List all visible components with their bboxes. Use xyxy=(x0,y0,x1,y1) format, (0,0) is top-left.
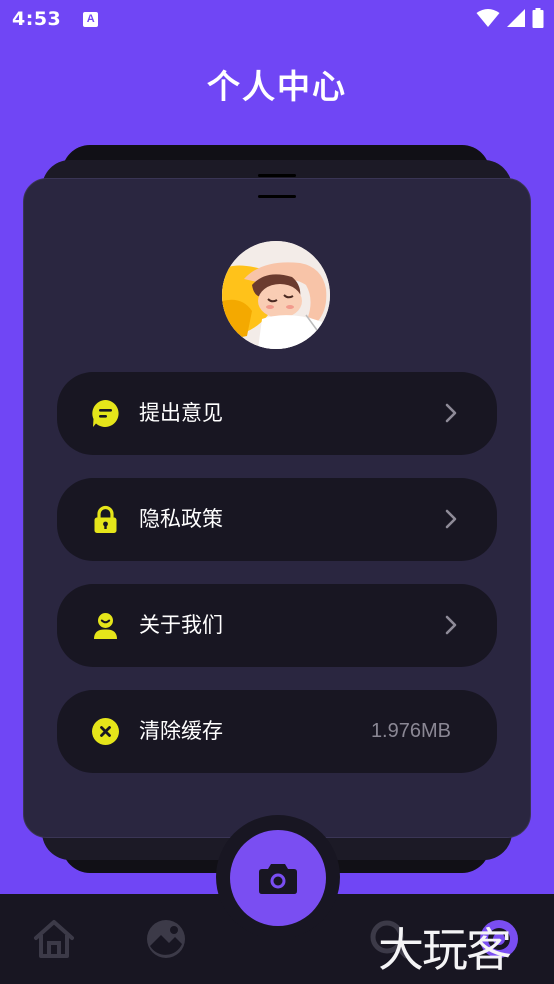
menu-item-label: 清除缓存 xyxy=(139,719,223,743)
user-icon xyxy=(94,613,117,639)
signal-icon xyxy=(507,9,525,27)
chevron-right-icon xyxy=(445,403,457,423)
menu-item-feedback[interactable]: 提出意见 xyxy=(57,372,497,455)
watermark: 大玩客 xyxy=(378,923,512,977)
menu-item-about[interactable]: 关于我们 xyxy=(57,584,497,667)
home-icon[interactable] xyxy=(33,918,75,960)
menu-item-label: 隐私政策 xyxy=(139,507,223,531)
feedback-icon xyxy=(92,400,119,427)
menu-item-privacy[interactable]: 隐私政策 xyxy=(57,478,497,561)
menu-item-label: 提出意见 xyxy=(139,401,223,425)
camera-icon xyxy=(259,864,297,894)
camera-button[interactable] xyxy=(230,830,326,926)
avatar[interactable] xyxy=(222,241,330,349)
page-title: 个人中心 xyxy=(207,67,347,106)
drag-handle-back xyxy=(258,174,296,177)
battery-icon xyxy=(532,8,544,28)
status-icons xyxy=(476,8,544,28)
status-time: 4:53 xyxy=(12,8,62,30)
chevron-right-icon xyxy=(445,509,457,529)
notification-icon: A xyxy=(83,11,99,27)
lock-icon xyxy=(94,505,117,533)
clear-icon xyxy=(92,718,119,745)
avatar-illustration xyxy=(222,241,330,349)
drag-handle[interactable] xyxy=(258,195,296,198)
status-bar: 4:53 A xyxy=(0,0,554,38)
cache-size-value: 1.976MB xyxy=(370,720,451,742)
menu-item-clear-cache[interactable]: 清除缓存 1.976MB xyxy=(57,690,497,773)
menu-item-label: 关于我们 xyxy=(139,613,223,637)
gallery-icon[interactable] xyxy=(145,918,187,960)
chevron-right-icon xyxy=(445,615,457,635)
wifi-icon xyxy=(476,9,500,27)
